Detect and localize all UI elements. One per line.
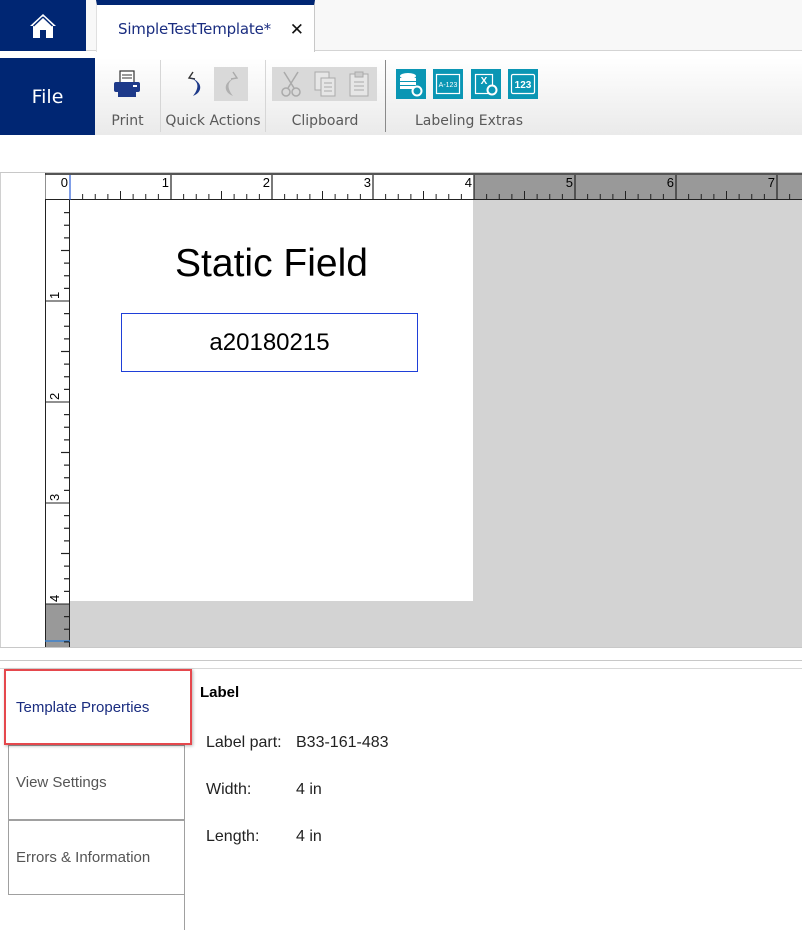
printer-icon [114, 70, 140, 97]
ruler-label: 1 [162, 175, 169, 190]
cut-icon [281, 71, 301, 97]
home-icon [30, 13, 56, 38]
property-key: Label part: [206, 734, 282, 751]
ruler-label: 1 [47, 292, 62, 299]
design-canvas[interactable]: Static Field a20180215 0 1 2 3 4 5 6 7 0 1 2 3 4 [0, 172, 802, 648]
cut-button[interactable] [274, 67, 308, 101]
group-label-print: Print [111, 113, 144, 129]
database-icon [400, 73, 423, 97]
template-properties-panel: Label Label part: B33-161-483 Width: 4 i… [200, 684, 389, 845]
ribbon-toolbar: File Print Quick Actions Clipboard A-123… [0, 58, 802, 135]
redo-icon [225, 71, 239, 96]
redo-button[interactable] [214, 67, 248, 101]
property-value: 4 in [296, 781, 322, 798]
ribbon-group-clipboard: Clipboard [266, 58, 384, 135]
ruler-label: 5 [566, 175, 573, 190]
tab-label: View Settings [16, 774, 107, 791]
tab-errors-information[interactable]: Errors & Information [8, 820, 185, 895]
group-label-clipboard: Clipboard [291, 113, 359, 129]
property-value: 4 in [296, 828, 322, 845]
copy-icon [314, 71, 336, 97]
paste-button[interactable] [343, 67, 377, 101]
properties-tab-list: View Settings Errors & Information Templ… [4, 669, 192, 930]
copy-button[interactable] [308, 67, 342, 101]
number-button[interactable]: 123 [508, 69, 538, 99]
ribbon-group-quick-actions: Quick Actions [161, 58, 265, 135]
section-title: Label [200, 684, 240, 701]
tab-view-settings[interactable]: View Settings [8, 745, 185, 820]
excel-data-icon: X [474, 73, 498, 96]
group-label-labeling-extras: Labeling Extras [414, 113, 524, 129]
panel-divider [0, 660, 802, 661]
serial-text-button[interactable]: A-123 [433, 69, 463, 99]
static-field-object[interactable]: Static Field [70, 242, 473, 286]
ruler-label: 4 [47, 595, 62, 602]
property-key: Length: [206, 828, 260, 845]
tab-label: Errors & Information [16, 849, 151, 866]
undo-button[interactable] [178, 67, 212, 101]
group-label-quick-actions: Quick Actions [165, 113, 261, 129]
document-tab-strip: SimpleTestTemplate* ✕ [0, 0, 802, 52]
ribbon-group-labeling-extras: A-123 X 123 Labeling Extras [386, 58, 552, 135]
label-page[interactable]: Static Field a20180215 [70, 200, 473, 601]
data-field-object[interactable]: a20180215 [121, 313, 418, 372]
svg-text:123: 123 [515, 80, 532, 91]
close-icon[interactable]: ✕ [290, 20, 304, 40]
ruler-label: 7 [768, 175, 775, 190]
horizontal-ruler: 0 1 2 3 4 5 6 7 [45, 173, 802, 200]
home-button[interactable] [0, 0, 86, 51]
ruler-label: 3 [364, 175, 371, 190]
svg-text:X: X [481, 76, 488, 87]
ruler-label: 2 [263, 175, 270, 190]
canvas-gutter [0, 173, 45, 647]
vertical-ruler: 01234 [45, 200, 70, 647]
svg-text:A-123: A-123 [439, 82, 458, 89]
ruler-label: 2 [47, 393, 62, 400]
ruler-label: 6 [667, 175, 674, 190]
file-menu-button[interactable]: File [0, 58, 95, 135]
serial-text-icon: A-123 [435, 73, 461, 95]
tab-template-properties[interactable]: Template Properties [4, 669, 192, 745]
undo-icon [187, 71, 201, 96]
database-button[interactable] [396, 69, 426, 99]
ribbon-group-print: Print [95, 58, 160, 135]
ruler-label: 4 [465, 175, 472, 190]
property-key: Width: [206, 781, 252, 798]
document-tab-title: SimpleTestTemplate* [118, 19, 271, 38]
paste-icon [349, 71, 369, 97]
property-value: B33-161-483 [296, 734, 389, 751]
number-icon: 123 [510, 73, 536, 95]
ruler-label: 0 [61, 175, 68, 190]
tab-label: Template Properties [16, 698, 150, 716]
print-button[interactable] [110, 67, 144, 101]
ruler-label: 3 [47, 494, 62, 501]
excel-data-button[interactable]: X [471, 69, 501, 99]
file-label: File [31, 85, 64, 108]
document-tab[interactable]: SimpleTestTemplate* ✕ [96, 0, 315, 52]
app-window: SimpleTestTemplate* ✕ File Print Quick A… [0, 0, 802, 930]
